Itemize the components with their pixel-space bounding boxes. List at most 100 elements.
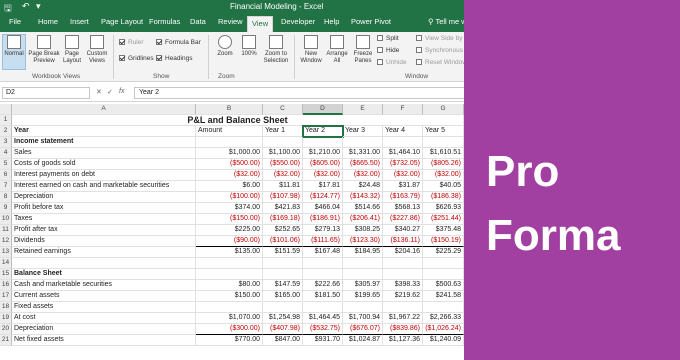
cell-e6[interactable]: ($32.00) [343,170,383,181]
cell-f6[interactable]: ($32.00) [383,170,423,181]
cell-a13[interactable]: Retained earnings [12,247,196,258]
cell-a19[interactable]: At cost [12,313,196,324]
cell-g17[interactable]: $241.58 [423,291,464,302]
row-header[interactable]: 2 [0,126,12,137]
cell-d5[interactable]: ($605.00) [303,159,343,170]
cell-g4[interactable]: $1,610.51 [423,148,464,159]
freeze-panes-button[interactable]: Freeze Panes [350,35,376,71]
row-header[interactable]: 15 [0,269,12,280]
normal-view-button[interactable]: Normal [2,34,26,70]
cell-a14[interactable] [12,258,196,269]
cell-f21[interactable]: $1,127.36 [383,335,423,346]
arrange-all-button[interactable]: Arrange All [324,35,350,71]
cell-f3[interactable] [383,137,423,148]
row-header[interactable]: 9 [0,203,12,214]
cell-e17[interactable]: $199.65 [343,291,383,302]
cell-d9[interactable]: $466.04 [303,203,343,214]
cell-d16[interactable]: $222.66 [303,280,343,291]
cell-f14[interactable] [383,258,423,269]
cell-e19[interactable]: $1,700.94 [343,313,383,324]
row-header[interactable]: 17 [0,291,12,302]
column-header-c[interactable]: C [263,104,303,115]
zoom-to-selection-button[interactable]: Zoom to Selection [261,35,291,71]
cell-f5[interactable]: ($732.05) [383,159,423,170]
cell-g11[interactable]: $375.48 [423,225,464,236]
tab-power-pivot[interactable]: Power Pivot [351,17,391,26]
cell-g2[interactable]: Year 5 [423,126,464,137]
cell-g12[interactable]: ($150.19) [423,236,464,247]
synchronous-scrolling-button[interactable]: Synchronous [416,47,463,54]
cell-g20[interactable]: ($1,026.24) [423,324,464,335]
cell-g21[interactable]: $1,240.09 [423,335,464,346]
cell-c10[interactable]: ($169.18) [263,214,303,225]
cell-e2[interactable]: Year 3 [343,126,383,137]
row-header[interactable]: 8 [0,192,12,203]
select-all-corner[interactable] [0,104,12,115]
page-layout-view-button[interactable]: Page Layout [61,35,83,71]
cell-d12[interactable]: ($111.65) [303,236,343,247]
cell-f20[interactable]: ($839.86) [383,324,423,335]
cell-f17[interactable]: $219.62 [383,291,423,302]
row-header[interactable]: 10 [0,214,12,225]
cell-c13[interactable]: $151.59 [263,247,303,258]
page-break-preview-button[interactable]: Page Break Preview [28,35,60,71]
tab-file[interactable]: File [9,17,21,26]
cell-e15[interactable] [343,269,383,280]
cell-a18[interactable]: Fixed assets [12,302,196,313]
cell-f7[interactable]: $31.87 [383,181,423,192]
cell-g3[interactable] [423,137,464,148]
cell-a6[interactable]: Interest payments on debt [12,170,196,181]
cell-g19[interactable]: $2,266.33 [423,313,464,324]
cell-c12[interactable]: ($101.06) [263,236,303,247]
hide-button[interactable]: Hide [377,47,399,54]
cell-a10[interactable]: Taxes [12,214,196,225]
cell-g6[interactable]: ($32.00) [423,170,464,181]
cell-d7[interactable]: $17.81 [303,181,343,192]
cell-g5[interactable]: ($805.26) [423,159,464,170]
cell-b19[interactable]: $1,070.00 [196,313,263,324]
cell-b18[interactable] [196,302,263,313]
cell-c7[interactable]: $11.81 [263,181,303,192]
row-header[interactable]: 16 [0,280,12,291]
cell-a8[interactable]: Depreciation [12,192,196,203]
gridlines-checkbox[interactable]: Gridlines [119,55,154,62]
cell-c21[interactable]: $847.00 [263,335,303,346]
cell-d15[interactable] [303,269,343,280]
cell-a5[interactable]: Costs of goods sold [12,159,196,170]
row-header[interactable]: 4 [0,148,12,159]
headings-checkbox[interactable]: Headings [156,55,192,62]
dropdown-chevron-icon[interactable]: ▾ [36,1,41,12]
tab-page-layout[interactable]: Page Layout [101,17,143,26]
cell-a2[interactable]: Year [12,126,196,137]
row-header[interactable]: 19 [0,313,12,324]
cell-a11[interactable]: Profit after tax [12,225,196,236]
ruler-checkbox[interactable]: Ruler [119,39,144,46]
tab-insert[interactable]: Insert [70,17,89,26]
row-header[interactable]: 13 [0,247,12,258]
cell-d8[interactable]: ($124.77) [303,192,343,203]
tab-data[interactable]: Data [190,17,206,26]
cell-d3[interactable] [303,137,343,148]
formula-bar-checkbox[interactable]: Formula Bar [156,39,201,46]
cell-c8[interactable]: ($107.98) [263,192,303,203]
function-icon[interactable]: fx [119,88,124,95]
cell-c3[interactable] [263,137,303,148]
cell-b11[interactable]: $225.00 [196,225,263,236]
cell-g13[interactable]: $225.29 [423,247,464,258]
cell-b12[interactable]: ($90.00) [196,236,263,247]
column-header-b[interactable]: B [196,104,263,115]
cell-d20[interactable]: ($532.75) [303,324,343,335]
cell-g7[interactable]: $40.05 [423,181,464,192]
cell-f2[interactable]: Year 4 [383,126,423,137]
cell-c9[interactable]: $421.83 [263,203,303,214]
cell-b16[interactable]: $80.00 [196,280,263,291]
row-header[interactable]: 12 [0,236,12,247]
cell-f8[interactable]: ($163.79) [383,192,423,203]
cell-c18[interactable] [263,302,303,313]
cell-b21[interactable]: $770.00 [196,335,263,346]
cell-b4[interactable]: $1,000.00 [196,148,263,159]
cell-a7[interactable]: Interest earned on cash and marketable s… [12,181,196,192]
cell-f18[interactable] [383,302,423,313]
row-header[interactable]: 7 [0,181,12,192]
cell-f19[interactable]: $1,967.22 [383,313,423,324]
